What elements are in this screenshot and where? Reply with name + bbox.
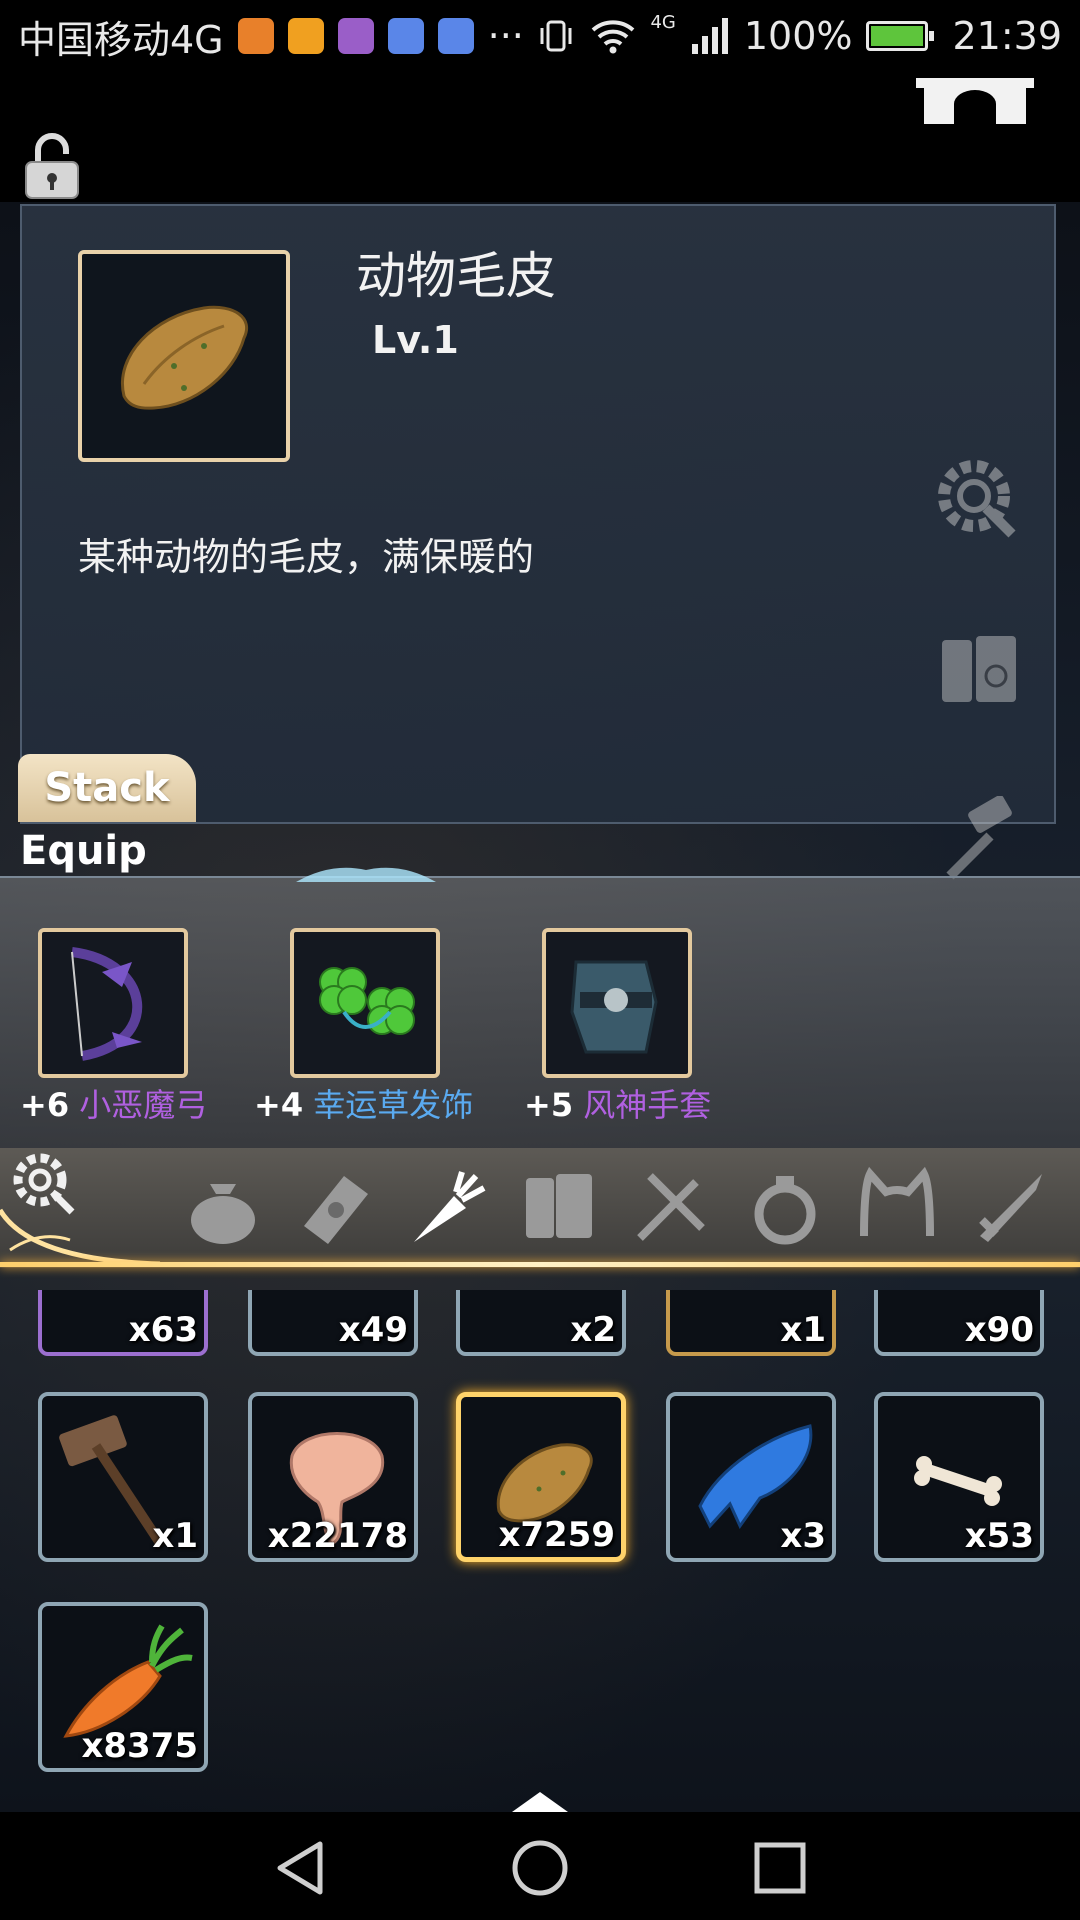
home-icon[interactable]: [510, 1838, 570, 1898]
category-divider: [0, 1262, 1080, 1267]
sword-icon[interactable]: [968, 1166, 1050, 1248]
inventory-grid: x63 x49 x2 x1 x90 x1 x22178 x7259 x3 x53…: [0, 1290, 1080, 1780]
swirl-ornament-icon: [0, 1208, 161, 1267]
carrot-icon[interactable]: [406, 1166, 488, 1248]
vibrate-icon: [540, 20, 572, 52]
bow-icon: [71, 947, 142, 1061]
recents-icon[interactable]: [750, 1838, 810, 1898]
inventory-slot-meat[interactable]: x22178: [248, 1392, 418, 1562]
inventory-slot[interactable]: x1: [666, 1290, 836, 1356]
equip-slot-gauntlet[interactable]: [542, 928, 692, 1078]
carrier-label: 中国移动4G: [18, 17, 224, 62]
inventory-slot[interactable]: x49: [248, 1290, 418, 1356]
item-detail-panel: 动物毛皮 Lv.1 某种动物的毛皮，满保暖的: [20, 204, 1056, 880]
gear-search-icon[interactable]: [932, 454, 1024, 546]
inventory-slot-bone[interactable]: x53: [874, 1392, 1044, 1562]
equip-name-clover: +4 幸运草发饰: [254, 1086, 474, 1124]
equip-slot-bow[interactable]: [38, 928, 188, 1078]
navigation-bar: [0, 1812, 1080, 1920]
item-description: 某种动物的毛皮，满保暖的: [78, 535, 535, 579]
inventory-slot[interactable]: x90: [874, 1290, 1044, 1356]
inventory-slot-carrot[interactable]: x8375: [38, 1602, 208, 1772]
more-notifications: ···: [487, 14, 524, 58]
book-icon[interactable]: [518, 1166, 600, 1248]
status-bar: 中国移动4G ··· 4G 100% 21:39: [0, 0, 1080, 72]
item-level: Lv.1: [372, 318, 459, 362]
inventory-slot[interactable]: x2: [456, 1290, 626, 1356]
equip-name-gauntlet: +5 风神手套: [524, 1086, 712, 1124]
notification-icon: [337, 18, 374, 54]
cat-ears-icon[interactable]: [856, 1166, 938, 1248]
inventory-slot-claw[interactable]: x3: [666, 1392, 836, 1562]
bag-icon[interactable]: [182, 1166, 264, 1248]
scroll-icon[interactable]: [294, 1166, 376, 1248]
equip-name-bow: +6 小恶魔弓: [20, 1086, 208, 1124]
notification-icon: [387, 18, 424, 54]
fork-knife-icon[interactable]: [630, 1166, 712, 1248]
battery-icon: [866, 21, 935, 51]
stack-tab[interactable]: Stack: [18, 754, 196, 822]
back-icon[interactable]: [270, 1838, 330, 1898]
item-detail-slot: [78, 250, 290, 462]
animal-fur-icon: [121, 305, 248, 410]
ring-icon[interactable]: [744, 1166, 826, 1248]
network-type: 4G: [650, 11, 676, 33]
inventory-slot[interactable]: x63: [38, 1290, 208, 1356]
notification-icon: [287, 18, 324, 54]
hammer-craft-icon[interactable]: [930, 796, 1030, 886]
ornament-icon: [296, 867, 436, 882]
clover-icon: [319, 967, 415, 1035]
clock: 21:39: [952, 14, 1062, 58]
notification-icon: [437, 18, 474, 54]
inventory-slot-fur-selected[interactable]: x7259: [456, 1392, 626, 1562]
gauntlet-icon: [570, 960, 658, 1054]
battery-percent: 100%: [743, 14, 853, 58]
wifi-icon: [592, 20, 635, 54]
inventory-slot-hammer[interactable]: x1: [38, 1392, 208, 1562]
exit-gate-icon[interactable]: [910, 72, 1040, 132]
equip-label: Equip: [20, 828, 147, 874]
book-icon[interactable]: [936, 626, 1026, 716]
item-title: 动物毛皮: [356, 247, 556, 305]
equip-slot-clover[interactable]: [290, 928, 440, 1078]
lock-icon[interactable]: [22, 132, 82, 202]
signal-icon: [691, 18, 728, 54]
scroll-up-icon[interactable]: [512, 1792, 568, 1812]
notification-icon: [237, 18, 274, 54]
